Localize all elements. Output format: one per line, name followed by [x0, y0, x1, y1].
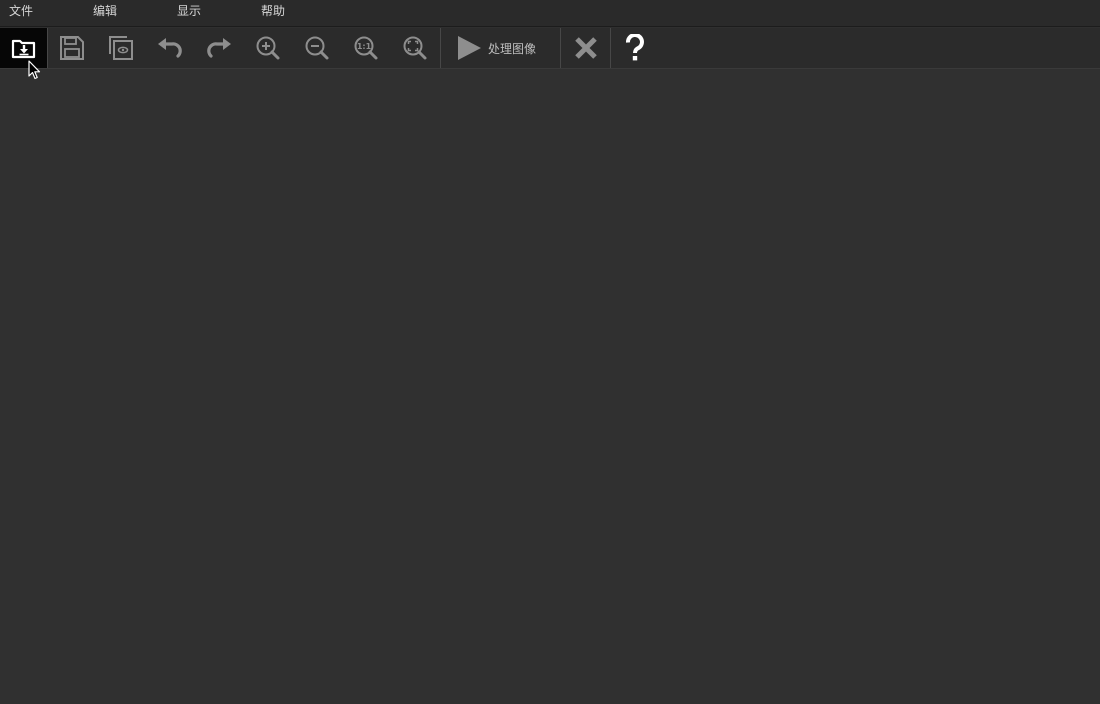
- zoom-fit-button[interactable]: [391, 28, 439, 68]
- redo-button[interactable]: [195, 28, 243, 68]
- save-disk-icon: [60, 36, 84, 60]
- open-button[interactable]: [0, 28, 47, 68]
- preview-button[interactable]: [97, 28, 145, 68]
- zoom-out-button[interactable]: [293, 28, 341, 68]
- undo-icon: [158, 38, 182, 58]
- process-image-button[interactable]: 处理图像: [441, 28, 560, 68]
- question-icon: [626, 34, 644, 61]
- menu-file[interactable]: 文件: [0, 0, 42, 24]
- menu-bar: 文件 编辑 显示 帮助: [0, 0, 1100, 27]
- zoom-actual-size-button[interactable]: 1:1: [342, 28, 390, 68]
- zoom-fit-icon: [403, 36, 427, 60]
- save-button[interactable]: [48, 28, 96, 68]
- zoom-actual-size-text: 1:1: [357, 42, 372, 51]
- zoom-out-icon: [305, 36, 329, 60]
- play-icon: [458, 36, 481, 60]
- close-x-icon: [574, 37, 597, 59]
- toolbar: 1:1 处理图像: [0, 28, 1100, 69]
- image-canvas[interactable]: [0, 69, 1100, 704]
- zoom-in-button[interactable]: [244, 28, 292, 68]
- zoom-in-icon: [256, 36, 280, 60]
- close-button[interactable]: [561, 28, 610, 68]
- copy-preview-icon: [109, 36, 133, 60]
- process-image-label: 处理图像: [488, 41, 537, 56]
- redo-icon: [207, 38, 231, 58]
- help-button[interactable]: [611, 28, 659, 68]
- menu-help[interactable]: 帮助: [252, 0, 294, 24]
- zoom-actual-size-icon: 1:1: [354, 36, 378, 60]
- menu-edit[interactable]: 编辑: [84, 0, 126, 24]
- menu-view[interactable]: 显示: [168, 0, 210, 24]
- folder-download-icon: [11, 39, 35, 59]
- undo-button[interactable]: [146, 28, 194, 68]
